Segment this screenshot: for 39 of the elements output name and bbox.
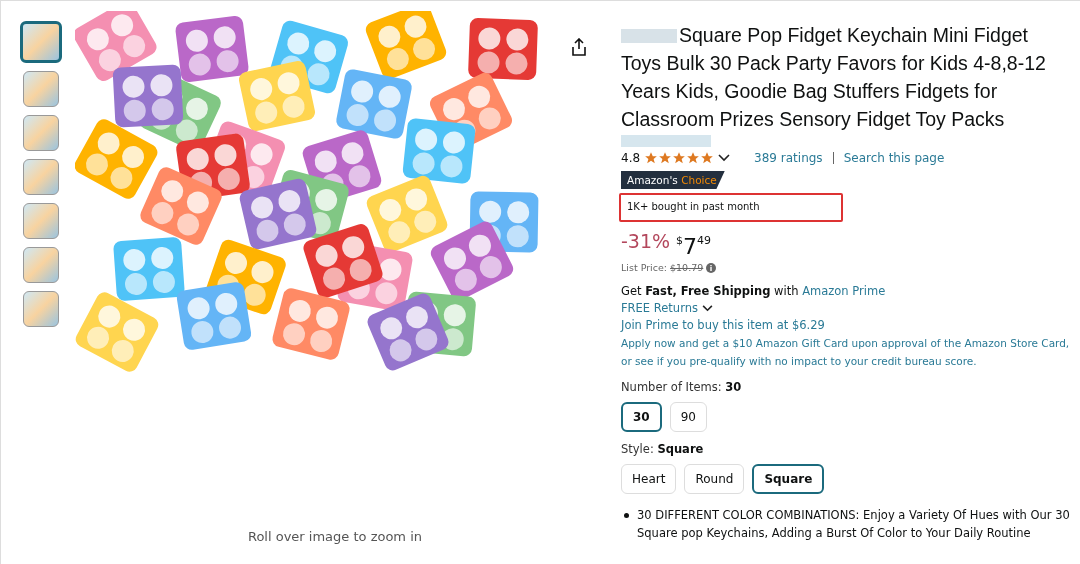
free-returns-link[interactable]: FREE Returns	[621, 300, 698, 317]
bought-text: 1K+ bought in past month	[627, 201, 760, 212]
ratings-link[interactable]: 389 ratings	[754, 151, 823, 165]
zoom-hint: Roll over image to zoom in	[247, 529, 423, 544]
info-icon[interactable]	[706, 262, 717, 273]
thumbnail[interactable]	[20, 21, 62, 63]
variation-option[interactable]: Heart	[621, 464, 677, 494]
thumbnail[interactable]	[23, 203, 59, 239]
variation-label: Style:	[621, 442, 654, 456]
variation-value: 30	[725, 380, 742, 394]
thumbnail[interactable]	[23, 71, 59, 107]
choice-badge: Amazon's Choice	[621, 171, 725, 189]
list-price-value: $10.79	[670, 262, 704, 273]
variation-option[interactable]: 30	[621, 402, 662, 432]
prime-link[interactable]: Amazon Prime	[802, 284, 886, 298]
product-title: Square Pop Fidget Keychain Mini Fidget Toys Bulk 30 Pack Party Favors for Kids 4-8,8-12 Years Kids, Goodie Bag Stuffers Fidgets for Classroom Prizes Sensory Fidget Toy Packs	[621, 23, 1047, 132]
chevron-down-icon[interactable]	[701, 305, 713, 312]
variation-option[interactable]: 90	[669, 402, 707, 432]
variation-value: Square	[657, 442, 704, 456]
variation-label: Number of Items:	[621, 380, 722, 394]
rating-value: 4.8	[621, 151, 641, 165]
list-price-label: List Price:	[621, 262, 667, 273]
chevron-down-icon[interactable]	[718, 154, 731, 162]
share-icon[interactable]	[571, 38, 587, 56]
thumbnail[interactable]	[23, 247, 59, 283]
discount: -31%	[621, 230, 671, 252]
price: $^{$}$7$^{49}$	[676, 233, 712, 258]
search-page-link[interactable]: Search this page	[843, 151, 945, 165]
thumbnail[interactable]	[23, 291, 59, 327]
bullet-dot-icon	[624, 513, 629, 518]
shipping-info: Get Fast, Free Shipping with Amazon Prime	[621, 283, 887, 300]
variation-option[interactable]: Square	[752, 464, 825, 494]
variation-option[interactable]: Round	[684, 464, 745, 494]
star-rating[interactable]	[644, 151, 715, 165]
thumbnail[interactable]	[23, 159, 59, 195]
store-card-offer-link[interactable]: Apply now and get a $10 Amazon Gift Card upon approval of the Amazon Store Card, or see if you pre-qualify with no impact to your credit bureau score.	[621, 334, 1070, 370]
prime-offer-link[interactable]: Join Prime to buy this item at $6.29	[621, 317, 1070, 334]
thumbnail[interactable]	[23, 115, 59, 151]
feature-bullet: 30 DIFFERENT COLOR COMBINATIONS: Enjoy a Variety Of Hues with Our 30 Square pop Keychains, Adding a Burst Of Color to Your Daily Routine	[637, 507, 1070, 542]
